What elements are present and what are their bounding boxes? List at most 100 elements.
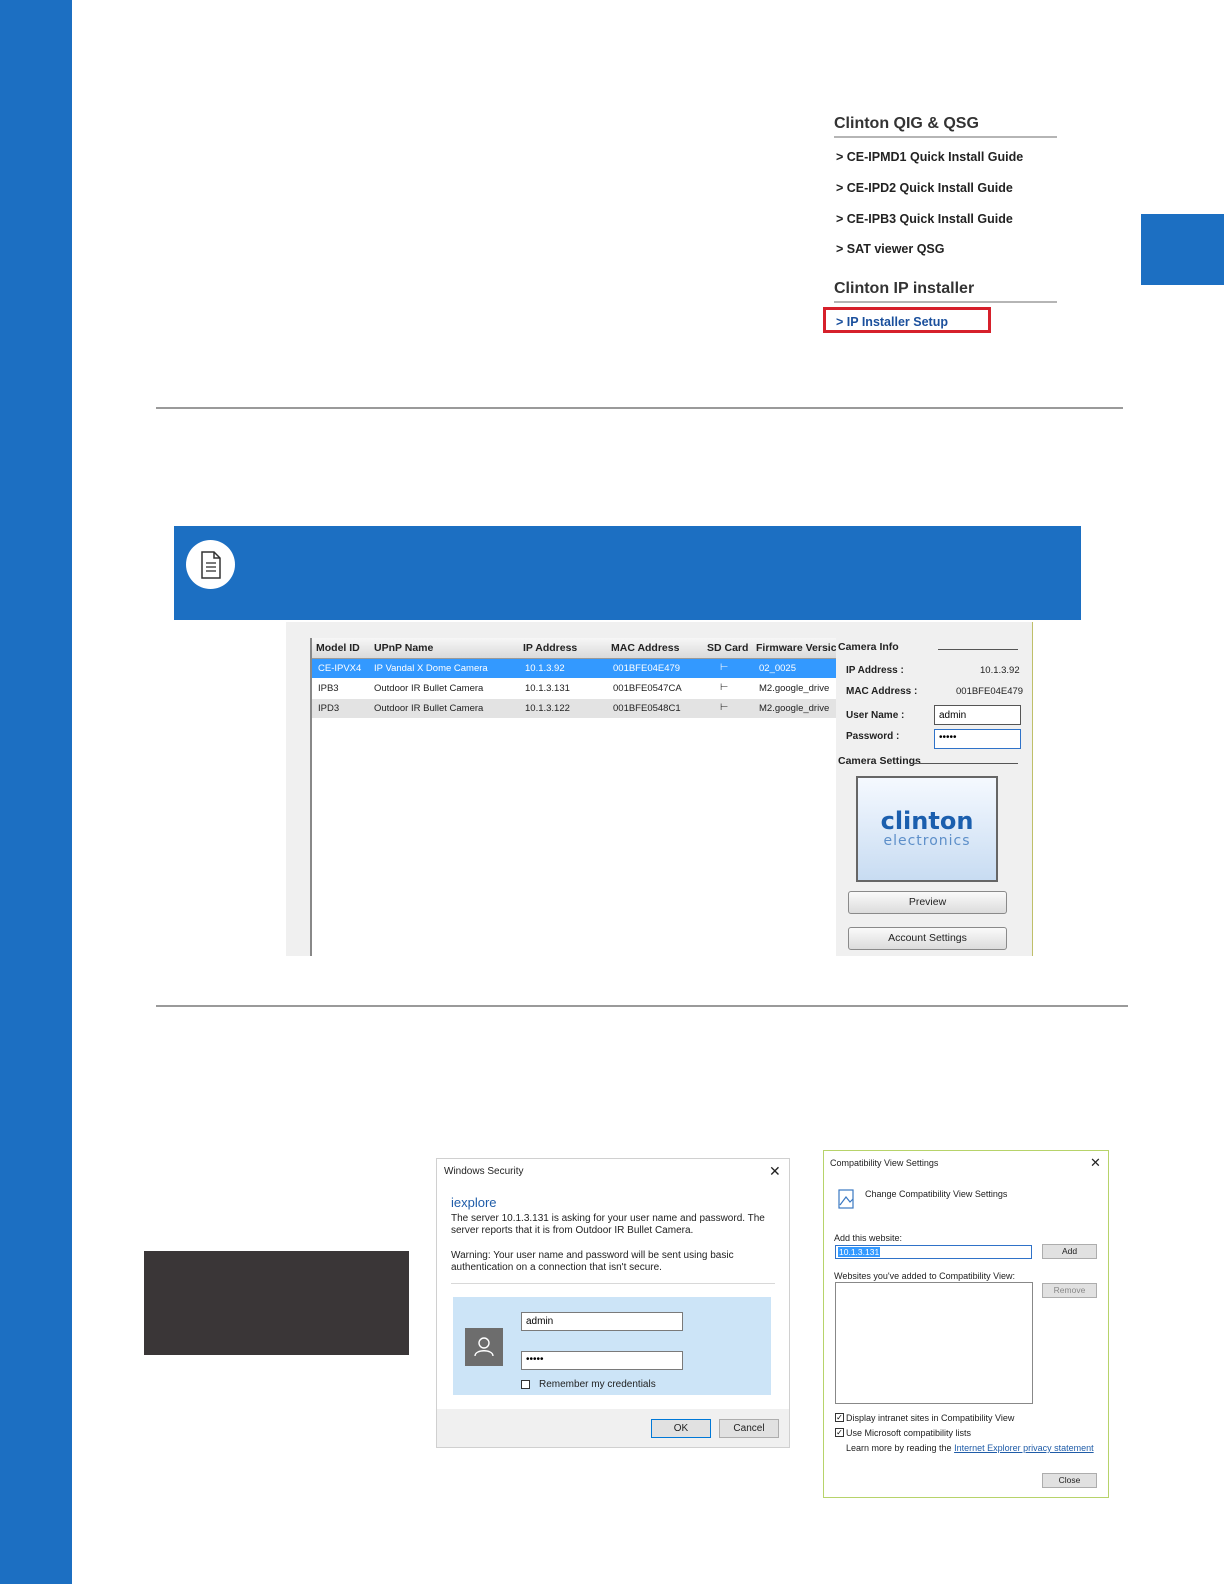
link-ipd2-guide[interactable]: > CE-IPD2 Quick Install Guide <box>836 181 1013 195</box>
col-mac-address[interactable]: MAC Address <box>611 642 697 654</box>
ms-lists-label: Use Microsoft compatibility lists <box>846 1428 972 1438</box>
add-website-label: Add this website: <box>834 1233 903 1243</box>
ip-installer-window: Model ID UPnP Name IP Address MAC Addres… <box>286 622 1033 956</box>
user-avatar-icon <box>465 1328 503 1366</box>
close-icon[interactable]: ✕ <box>1090 1155 1101 1171</box>
cell-mac: 001BFE0547CA <box>613 683 682 694</box>
windows-security-dialog: Windows Security ✕ iexplore The server 1… <box>436 1158 790 1448</box>
password-input[interactable]: ••••• <box>521 1351 683 1370</box>
app-name: iexplore <box>451 1195 497 1210</box>
col-ip-address[interactable]: IP Address <box>523 642 607 654</box>
camera-info-heading: Camera Info <box>838 641 899 653</box>
ok-button[interactable]: OK <box>651 1419 711 1438</box>
ip-address-label: IP Address : <box>846 665 904 676</box>
camera-info-panel: Camera Info IP Address : 10.1.3.92 MAC A… <box>836 638 1026 956</box>
dark-label-box <box>144 1251 409 1355</box>
intranet-label: Display intranet sites in Compatibility … <box>846 1413 1015 1423</box>
link-ipb3-guide[interactable]: > CE-IPB3 Quick Install Guide <box>836 212 1013 226</box>
remember-checkbox[interactable] <box>521 1380 530 1389</box>
qig-heading: Clinton QIG & QSG <box>834 115 1057 138</box>
table-row[interactable]: IPD3 Outdoor IR Bullet Camera 10.1.3.122… <box>312 699 836 718</box>
website-input[interactable]: 10.1.3.131 <box>835 1245 1032 1259</box>
col-sd-card[interactable]: SD Card <box>707 642 755 654</box>
table-row[interactable]: IPB3 Outdoor IR Bullet Camera 10.1.3.131… <box>312 679 836 698</box>
mac-address-label: MAC Address : <box>846 686 918 697</box>
cell-ip: 10.1.3.122 <box>525 703 570 714</box>
learn-more-prefix: Learn more by reading the <box>846 1443 955 1453</box>
cell-name: IP Vandal X Dome Camera <box>374 663 488 674</box>
password-label: Password : <box>846 731 900 742</box>
remove-button[interactable]: Remove <box>1042 1283 1097 1298</box>
highlight-box <box>823 307 991 333</box>
website-value: 10.1.3.131 <box>838 1247 881 1257</box>
ip-address-value: 10.1.3.92 <box>980 665 1020 676</box>
logo-main-text: clinton <box>880 807 974 835</box>
user-name-input[interactable] <box>934 705 1021 725</box>
cell-mac: 001BFE04E479 <box>613 663 681 674</box>
cell-mac: 001BFE0548C1 <box>613 703 681 714</box>
cell-firmware: M2.google_drive <box>759 703 830 714</box>
learn-more-text: Learn more by reading the Internet Explo… <box>846 1443 1094 1453</box>
username-input[interactable] <box>521 1312 683 1331</box>
server-message-line1: The server 10.1.3.131 is asking for your… <box>451 1213 765 1224</box>
divider <box>156 407 1123 409</box>
divider <box>156 1005 1128 1007</box>
server-message-line2: server reports that it is from Outdoor I… <box>451 1225 694 1236</box>
compatibility-icon <box>837 1188 857 1210</box>
divider <box>912 763 1018 764</box>
table-header: Model ID UPnP Name IP Address MAC Addres… <box>312 638 836 659</box>
account-settings-button[interactable]: Account Settings <box>848 927 1007 950</box>
cell-ip: 10.1.3.92 <box>525 663 565 674</box>
link-ipmd1-guide[interactable]: > CE-IPMD1 Quick Install Guide <box>836 150 1023 164</box>
link-sat-viewer-qsg[interactable]: > SAT viewer QSG <box>836 242 945 256</box>
document-icon <box>186 540 235 589</box>
cell-firmware: 02_0025 <box>759 663 796 674</box>
dialog-title: Windows Security <box>444 1166 524 1177</box>
divider <box>938 649 1018 650</box>
close-button[interactable]: Close <box>1042 1473 1097 1488</box>
note-banner <box>174 526 1081 620</box>
cell-name: Outdoor IR Bullet Camera <box>374 683 484 694</box>
password-input[interactable]: ••••• <box>934 729 1021 749</box>
compatibility-view-dialog: Compatibility View Settings ✕ Change Com… <box>823 1150 1109 1498</box>
remember-label: Remember my credentials <box>539 1379 656 1390</box>
dialog-title: Compatibility View Settings <box>830 1158 939 1168</box>
cell-name: Outdoor IR Bullet Camera <box>374 703 484 714</box>
user-name-label: User Name : <box>846 710 905 721</box>
warning-line1: Warning: Your user name and password wil… <box>451 1250 734 1261</box>
credential-panel: ••••• Remember my credentials <box>453 1297 771 1395</box>
logo-sub-text: electronics <box>883 833 971 849</box>
clinton-logo: clinton electronics <box>856 776 998 882</box>
cell-model: CE-IPVX4 <box>318 663 362 674</box>
cell-ip: 10.1.3.131 <box>525 683 570 694</box>
camera-settings-heading: Camera Settings <box>838 755 921 767</box>
add-button[interactable]: Add <box>1042 1244 1097 1259</box>
table-row[interactable]: CE-IPVX4 IP Vandal X Dome Camera 10.1.3.… <box>312 659 836 678</box>
subtitle: Change Compatibility View Settings <box>865 1189 1008 1199</box>
cell-firmware: M2.google_drive <box>759 683 830 694</box>
websites-list[interactable] <box>835 1282 1033 1404</box>
warning-line2: authentication on a connection that isn'… <box>451 1262 662 1273</box>
cell-model: IPB3 <box>318 683 339 694</box>
websites-list-label: Websites you've added to Compatibility V… <box>834 1271 1015 1281</box>
sd-card-icon: ⊢ <box>720 682 729 693</box>
dialog-footer: OK Cancel <box>437 1409 789 1447</box>
installer-heading: Clinton IP installer <box>834 280 1057 303</box>
divider <box>451 1283 775 1284</box>
cell-model: IPD3 <box>318 703 340 714</box>
mac-address-value: 001BFE04E479 <box>956 686 1024 697</box>
cancel-button[interactable]: Cancel <box>719 1419 779 1438</box>
left-color-bar <box>0 0 72 1584</box>
device-table: Model ID UPnP Name IP Address MAC Addres… <box>310 638 836 956</box>
sd-card-icon: ⊢ <box>720 662 729 673</box>
preview-button[interactable]: Preview <box>848 891 1007 914</box>
col-upnp-name[interactable]: UPnP Name <box>374 642 514 654</box>
privacy-statement-link[interactable]: Internet Explorer privacy statement <box>954 1443 1094 1453</box>
col-firmware[interactable]: Firmware Versic <box>756 642 836 654</box>
intranet-checkbox[interactable]: ✓ <box>835 1413 844 1422</box>
sd-card-icon: ⊢ <box>720 702 729 713</box>
ms-lists-checkbox[interactable]: ✓ <box>835 1428 844 1437</box>
col-model-id[interactable]: Model ID <box>316 642 370 654</box>
chapter-tab <box>1141 214 1224 285</box>
close-icon[interactable]: ✕ <box>769 1163 781 1180</box>
